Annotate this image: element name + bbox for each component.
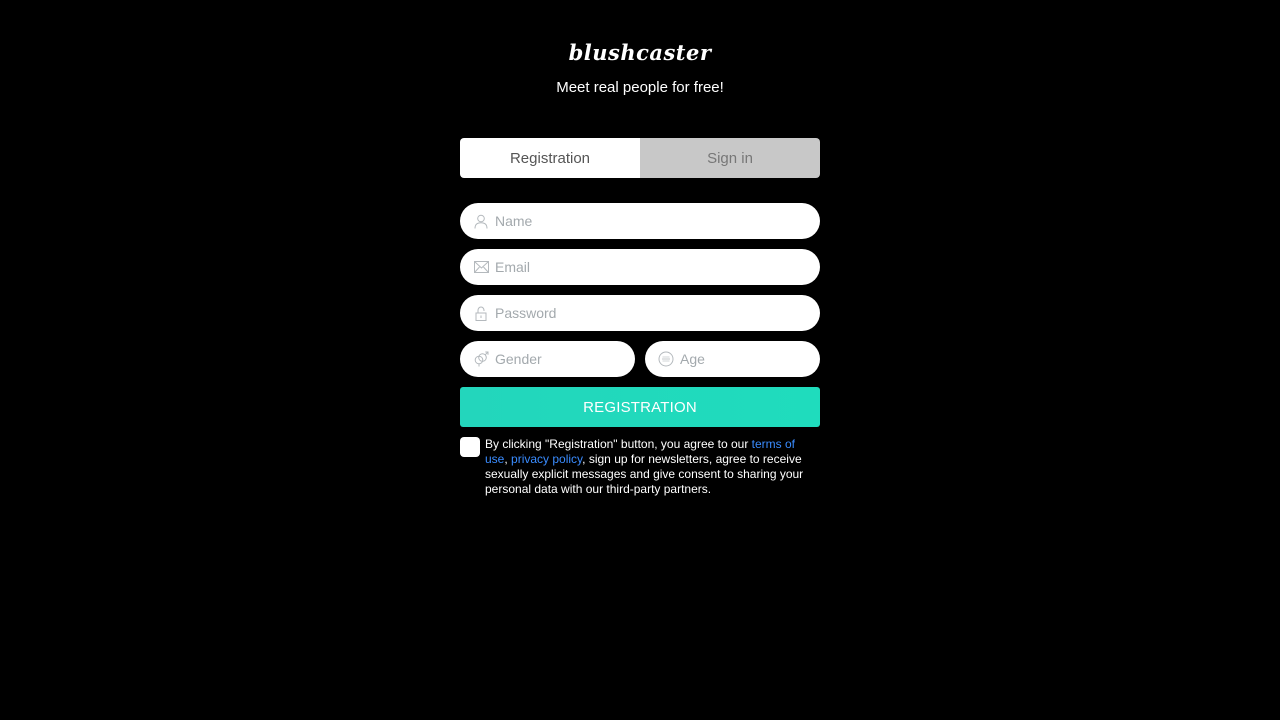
name-input[interactable] xyxy=(495,203,820,239)
consent-checkbox[interactable] xyxy=(460,437,480,457)
tab-registration[interactable]: Registration xyxy=(460,138,640,178)
gender-field-wrapper xyxy=(460,341,635,377)
consent-prefix: By clicking "Registration" button, you a… xyxy=(485,437,752,451)
password-input[interactable] xyxy=(495,295,820,331)
age-badge-icon xyxy=(658,351,674,367)
gender-icon xyxy=(473,351,489,367)
tab-sign-in[interactable]: Sign in xyxy=(640,138,820,178)
user-icon xyxy=(473,213,489,229)
age-select[interactable] xyxy=(680,341,820,377)
lock-icon xyxy=(473,305,489,321)
age-field-wrapper xyxy=(645,341,820,377)
email-field-wrapper xyxy=(460,249,820,285)
auth-tabs: Registration Sign in xyxy=(460,138,820,178)
registration-button[interactable]: REGISTRATION xyxy=(460,387,820,427)
envelope-icon xyxy=(473,259,489,275)
email-input[interactable] xyxy=(495,249,820,285)
gender-select[interactable] xyxy=(495,341,635,377)
consent-block: By clicking "Registration" button, you a… xyxy=(460,437,820,497)
name-field-wrapper xyxy=(460,203,820,239)
tagline: Meet real people for free! xyxy=(556,79,724,96)
consent-text: By clicking "Registration" button, you a… xyxy=(485,437,815,497)
brand-logo[interactable]: blushcaster xyxy=(0,40,1280,65)
privacy-policy-link[interactable]: privacy policy xyxy=(511,452,582,466)
password-field-wrapper xyxy=(460,295,820,331)
